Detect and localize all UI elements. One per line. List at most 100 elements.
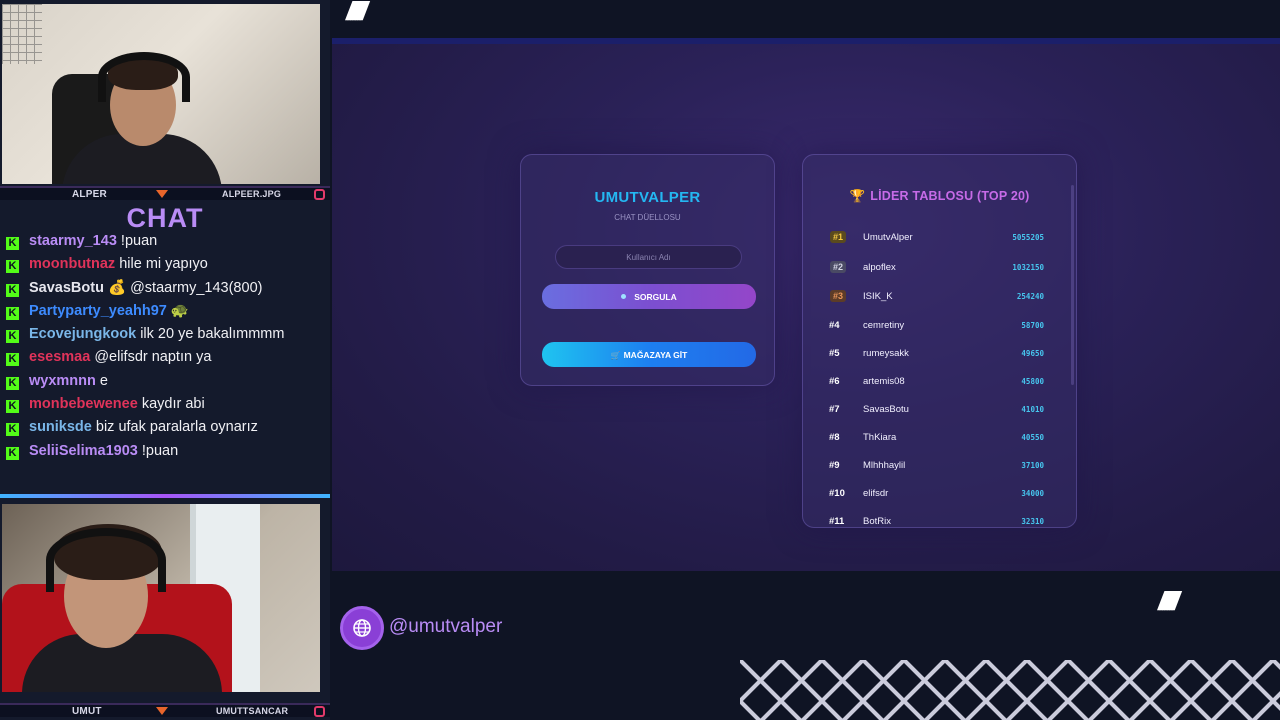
chat-text: hile mi yapıyo <box>119 256 208 273</box>
chat-message: Ksuniksde biz ufak paralarla oynarız <box>6 416 324 439</box>
chat-divider <box>0 494 330 498</box>
leaderboard-rank: #4 <box>829 320 840 331</box>
leaderboard-name: artemis08 <box>863 376 905 387</box>
kick-badge-icon: K <box>6 237 19 250</box>
leaderboard-rank: #5 <box>829 348 840 359</box>
shop-button[interactable]: 🛒 MAĞAZAYA GİT <box>542 342 756 367</box>
kick-badge-icon: K <box>6 423 19 437</box>
chat-messages: Kstaarmy_143 !puan Kmoonbutnaz hile mi ya… <box>6 230 324 463</box>
cam-bottom-right-name: UMUTTSANCAR <box>216 706 289 716</box>
leaderboard-rank: #11 <box>829 516 845 527</box>
leaderboard-rank: #7 <box>829 404 840 415</box>
chat-username[interactable]: Partyparty_yeahh97 <box>29 303 167 319</box>
chat-username[interactable]: Ecovejungkook <box>29 326 136 342</box>
chat-username[interactable]: monbebewenee <box>29 396 138 412</box>
shop-button-label: MAĞAZAYA GİT <box>623 349 688 360</box>
chat-username[interactable]: suniksde <box>29 419 92 435</box>
stripes-decoration-top: / / / / / / / <box>346 0 368 26</box>
leaderboard-row: #5 rumeysakk 49650 <box>803 345 1076 365</box>
social-handle-text: @umutvalper <box>389 616 503 637</box>
leaderboard-row: #3 ISIK_K 254240 <box>803 288 1076 308</box>
leaderboard-score: 1032150 <box>1012 263 1044 272</box>
leaderboard-name: alpoflex <box>863 262 896 273</box>
leaderboard-name: ISIK_K <box>863 291 893 302</box>
leaderboard-row: #1 UmutvAlper 5055205 <box>803 229 1076 249</box>
globe-icon <box>340 606 384 650</box>
leaderboard-score: 40550 <box>1021 433 1044 442</box>
leaderboard-score: 45800 <box>1021 377 1044 386</box>
stripes-decoration-bottom: / / / / / / / <box>1158 586 1180 616</box>
kick-badge-icon: K <box>6 353 19 367</box>
cam-bottom-left-name: UMUT <box>72 706 102 717</box>
left-panel: ALPER ALPEER.JPG CHAT Kstaarmy_143 !puan… <box>0 0 330 720</box>
leaderboard-rank: #10 <box>829 488 845 499</box>
leaderboard-name: elifsdr <box>863 488 889 499</box>
chat-message: Kesesmaa @elifsdr naptın ya <box>6 346 324 369</box>
kick-badge-icon: K <box>6 330 19 344</box>
chat-username[interactable]: moonbutnaz <box>29 256 115 272</box>
query-button[interactable]: SORGULA <box>542 284 756 309</box>
chat-username[interactable]: SavasBotu <box>29 280 104 296</box>
leaderboard-row: #4 cemretiny 58700 <box>803 317 1076 337</box>
leaderboard-header: 🏆 LİDER TABLOSU (TOP 20) <box>803 189 1076 204</box>
leaderboard-score: 37100 <box>1021 461 1044 470</box>
leaderboard-name: rumeysakk <box>863 348 909 359</box>
kick-badge-icon: K <box>6 400 19 414</box>
leaderboard-rank: #1 <box>830 231 847 243</box>
webcam-bottom <box>2 504 320 692</box>
chat-message: Kmoonbutnaz hile mi yapıyo <box>6 253 324 276</box>
instagram-icon <box>314 189 325 200</box>
webcam-top <box>2 4 320 184</box>
query-icon <box>621 293 627 299</box>
leaderboard-score: 5055205 <box>1012 233 1044 242</box>
chat-text: !puan <box>141 442 179 459</box>
leaderboard-rank: #9 <box>829 460 840 471</box>
leaderboard-row: #9 Mlhhhaylil 37100 <box>803 457 1076 477</box>
chat-text: ilk 20 ye bakalımmmm <box>140 326 285 343</box>
leaderboard-title: LİDER TABLOSU (TOP 20) <box>870 189 1030 203</box>
chat-username[interactable]: SeliiSelima1903 <box>29 443 138 459</box>
kick-badge-icon: K <box>6 260 19 274</box>
chat-text: 💰 @staarmy_143(800) <box>107 279 263 296</box>
cam-top-right-name: ALPEER.JPG <box>222 189 282 199</box>
chat-username[interactable]: wyxmnnn <box>29 373 96 389</box>
cart-icon: 🛒 <box>610 350 621 360</box>
chat-username[interactable]: staarmy_143 <box>29 233 117 249</box>
chat-message: Kwyxmnnn e <box>6 370 324 393</box>
leaderboard-row: #8 ThKiara 40550 <box>803 429 1076 449</box>
leaderboard-row: #10 elifsdr 34000 <box>803 485 1076 505</box>
leaderboard-name: BotRix <box>863 516 891 527</box>
chat-message: Kstaarmy_143 !puan <box>6 230 324 253</box>
leaderboard-score: 254240 <box>1016 292 1044 301</box>
leaderboard-name: SavasBotu <box>863 404 909 415</box>
username-input[interactable] <box>555 245 742 269</box>
chat-text: !puan <box>120 233 158 249</box>
kick-badge-icon: K <box>6 306 19 320</box>
leaderboard-score: 58700 <box>1021 321 1044 330</box>
login-card: UMUTVALPER CHAT DÜELLOSU SORGULA 🛒MAĞAZA… <box>520 154 775 386</box>
leaderboard-row: #6 artemis08 45800 <box>803 373 1076 393</box>
headset <box>46 528 166 592</box>
chat-text: biz ufak paralarla oynarız <box>95 419 258 436</box>
chat-username[interactable]: esesmaa <box>29 349 90 365</box>
namebar-triangle-icon <box>156 190 168 198</box>
kick-badge-icon: K <box>6 283 19 297</box>
leaderboard-name: ThKiara <box>863 432 897 443</box>
chat-text: 🐢 <box>170 302 189 319</box>
chat-text: @elifsdr naptın ya <box>94 349 212 366</box>
namebar-triangle-icon <box>156 707 168 715</box>
leaderboard-row: #7 SavasBotu 41010 <box>803 401 1076 421</box>
leaderboard-rank: #8 <box>829 432 840 443</box>
chat-message: K SeliiSelima1903 !puan <box>6 440 324 463</box>
wall-grid-decoration <box>2 4 42 64</box>
lattice-pattern-decoration <box>740 660 1280 720</box>
leaderboard-name: UmutvAlper <box>863 232 913 243</box>
cam-top-namebar: ALPER ALPEER.JPG <box>0 186 330 200</box>
leaderboard-score: 34000 <box>1021 489 1044 498</box>
chat-text: kaydır abi <box>141 396 205 413</box>
kick-badge-icon: K <box>6 376 19 390</box>
cam-bottom-namebar: UMUT UMUTTSANCAR <box>0 703 330 717</box>
chat-message: K Ecovejungkook ilk 20 ye bakalımmmm <box>6 323 324 346</box>
leaderboard-card: 🏆 LİDER TABLOSU (TOP 20) #1 UmutvAlper 5055… <box>802 154 1077 528</box>
leaderboard-name: cemretiny <box>863 320 905 331</box>
